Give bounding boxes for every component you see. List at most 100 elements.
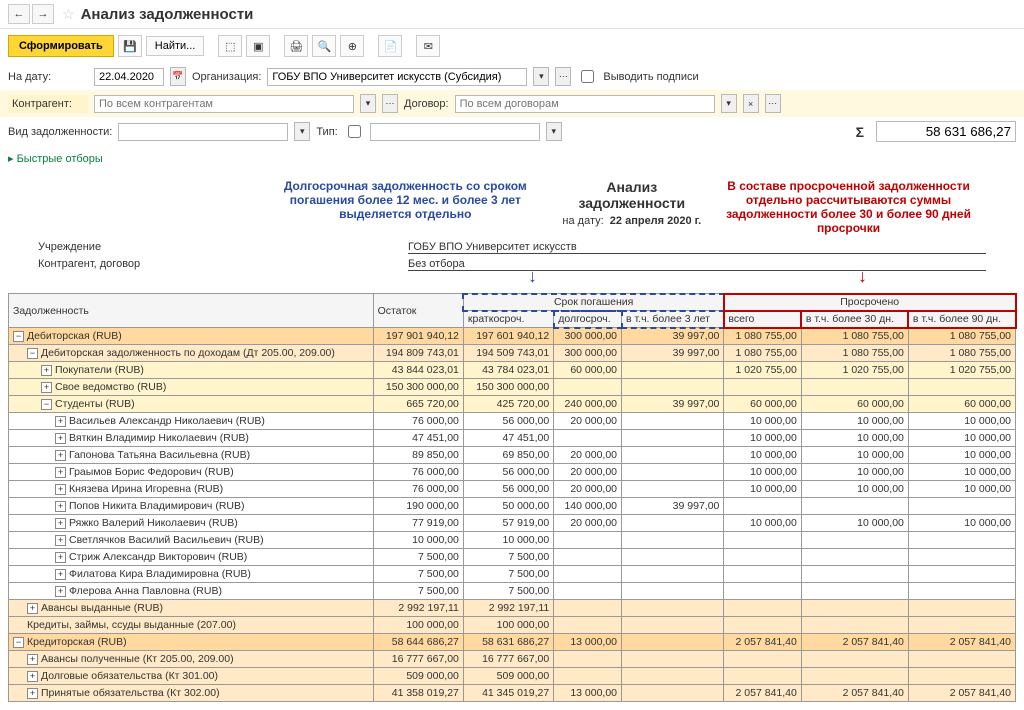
- debt-type-input[interactable]: [118, 123, 288, 141]
- cell-value: 509 000,00: [463, 668, 553, 685]
- date-input[interactable]: [94, 68, 164, 86]
- form-button[interactable]: Сформировать: [8, 35, 114, 57]
- expander-icon[interactable]: +: [55, 569, 66, 580]
- cell-value: [622, 685, 724, 702]
- find-button[interactable]: Найти...: [146, 36, 205, 56]
- expander-icon[interactable]: +: [55, 416, 66, 427]
- expander-icon[interactable]: +: [55, 467, 66, 478]
- expander-icon[interactable]: +: [55, 535, 66, 546]
- org-select-icon[interactable]: ⋯: [555, 67, 571, 86]
- table-row[interactable]: +Попов Никита Владимирович (RUB)190 000,…: [9, 498, 1016, 515]
- table-row[interactable]: +Гапонова Татьяна Васильевна (RUB)89 850…: [9, 447, 1016, 464]
- type-dropdown-icon[interactable]: ▾: [546, 122, 562, 141]
- row-name: Дебиторская задолженность по доходам (Дт…: [41, 347, 335, 359]
- table-row[interactable]: +Князева Ирина Игоревна (RUB)76 000,0056…: [9, 481, 1016, 498]
- expander-icon[interactable]: −: [27, 348, 38, 359]
- cell-value: [801, 668, 908, 685]
- favorite-icon[interactable]: ☆: [62, 6, 75, 23]
- row-name: Ряжко Валерий Николаевич (RUB): [69, 517, 238, 529]
- cell-value: 10 000,00: [801, 481, 908, 498]
- cell-value: [622, 583, 724, 600]
- cell-value: 197 901 940,12: [373, 328, 463, 345]
- cell-value: 1 020 755,00: [908, 362, 1015, 379]
- page-setup-icon[interactable]: 📄: [378, 35, 402, 57]
- quick-filters-toggle[interactable]: Быстрые отборы: [0, 146, 1024, 171]
- expander-icon[interactable]: +: [41, 365, 52, 376]
- expander-icon[interactable]: +: [55, 501, 66, 512]
- cell-value: [622, 464, 724, 481]
- expander-icon[interactable]: +: [27, 671, 38, 682]
- sign-checkbox[interactable]: [581, 70, 594, 83]
- expander-icon[interactable]: −: [13, 331, 24, 342]
- table-row[interactable]: +Светлячков Василий Васильевич (RUB)10 0…: [9, 532, 1016, 549]
- table-row[interactable]: −Студенты (RUB)665 720,00425 720,00240 0…: [9, 396, 1016, 413]
- cell-value: [622, 379, 724, 396]
- table-row[interactable]: −Дебиторская (RUB)197 901 940,12197 601 …: [9, 328, 1016, 345]
- preview-icon[interactable]: 🔍: [312, 35, 336, 57]
- table-row[interactable]: +Флерова Анна Павловна (RUB)7 500,007 50…: [9, 583, 1016, 600]
- cell-value: 10 000,00: [801, 447, 908, 464]
- th-over-all: всего: [724, 311, 801, 328]
- table-row[interactable]: −Дебиторская задолженность по доходам (Д…: [9, 345, 1016, 362]
- date-picker-icon[interactable]: 📅: [170, 67, 186, 86]
- expander-icon[interactable]: +: [27, 688, 38, 699]
- row-name: Принятые обязательства (Кт 302.00): [41, 687, 220, 699]
- expander-icon[interactable]: +: [27, 654, 38, 665]
- expander-icon[interactable]: −: [13, 637, 24, 648]
- type-input[interactable]: [370, 123, 540, 141]
- expander-icon[interactable]: +: [55, 552, 66, 563]
- table-row[interactable]: +Авансы выданные (RUB)2 992 197,112 992 …: [9, 600, 1016, 617]
- table-row[interactable]: +Покупатели (RUB)43 844 023,0143 784 023…: [9, 362, 1016, 379]
- expander-icon[interactable]: +: [41, 382, 52, 393]
- expander-icon[interactable]: −: [41, 399, 52, 410]
- expander-icon[interactable]: +: [55, 586, 66, 597]
- org-dropdown-icon[interactable]: ▾: [533, 67, 549, 86]
- table-row[interactable]: −Кредиторская (RUB)58 644 686,2758 631 6…: [9, 634, 1016, 651]
- cell-value: 10 000,00: [908, 481, 1015, 498]
- forward-button[interactable]: →: [32, 4, 54, 24]
- cell-value: [724, 532, 801, 549]
- cell-value: 1 080 755,00: [724, 328, 801, 345]
- cell-value: 58 644 686,27: [373, 634, 463, 651]
- zoom-icon[interactable]: ⊕: [340, 35, 364, 57]
- contract-input[interactable]: [455, 95, 715, 113]
- counterparty-select-icon[interactable]: ⋯: [382, 94, 398, 113]
- org-input[interactable]: [267, 68, 527, 86]
- back-button[interactable]: ←: [8, 4, 30, 24]
- table-row[interactable]: Кредиты, займы, ссуды выданные (207.00)1…: [9, 617, 1016, 634]
- save-settings-icon[interactable]: 💾: [118, 35, 142, 57]
- cp-value: Без отбора: [408, 258, 986, 271]
- table-row[interactable]: +Принятые обязательства (Кт 302.00)41 35…: [9, 685, 1016, 702]
- table-row[interactable]: +Вяткин Владимир Николаевич (RUB)47 451,…: [9, 430, 1016, 447]
- expander-icon[interactable]: +: [55, 518, 66, 529]
- cell-value: 56 000,00: [463, 464, 553, 481]
- print-icon[interactable]: 🖨: [284, 35, 308, 57]
- table-row[interactable]: +Васильев Александр Николаевич (RUB)76 0…: [9, 413, 1016, 430]
- cell-value: [622, 668, 724, 685]
- table-row[interactable]: +Долговые обязательства (Кт 301.00)509 0…: [9, 668, 1016, 685]
- cell-value: 7 500,00: [463, 583, 553, 600]
- table-row[interactable]: +Свое ведомство (RUB)150 300 000,00150 3…: [9, 379, 1016, 396]
- expander-icon[interactable]: +: [55, 450, 66, 461]
- cell-value: 2 057 841,40: [801, 634, 908, 651]
- collapse-icon[interactable]: ▣: [246, 35, 270, 57]
- type-checkbox[interactable]: [348, 125, 361, 138]
- expander-icon[interactable]: +: [55, 433, 66, 444]
- expander-icon[interactable]: +: [55, 484, 66, 495]
- counterparty-dropdown-icon[interactable]: ▾: [360, 94, 376, 113]
- cell-value: 140 000,00: [554, 498, 622, 515]
- expand-icon[interactable]: ⬚: [218, 35, 242, 57]
- table-row[interactable]: +Ряжко Валерий Николаевич (RUB)77 919,00…: [9, 515, 1016, 532]
- contract-dropdown-icon[interactable]: ▾: [721, 94, 737, 113]
- table-row[interactable]: +Стриж Александр Викторович (RUB)7 500,0…: [9, 549, 1016, 566]
- email-icon[interactable]: ✉: [416, 35, 440, 57]
- cell-value: 10 000,00: [801, 413, 908, 430]
- contract-select-icon[interactable]: ⋯: [765, 94, 781, 113]
- table-row[interactable]: +Граымов Борис Федорович (RUB)76 000,005…: [9, 464, 1016, 481]
- contract-clear-icon[interactable]: ×: [743, 94, 759, 113]
- expander-icon[interactable]: +: [27, 603, 38, 614]
- counterparty-input[interactable]: [94, 95, 354, 113]
- table-row[interactable]: +Филатова Кира Владимировна (RUB)7 500,0…: [9, 566, 1016, 583]
- table-row[interactable]: +Авансы полученные (Кт 205.00, 209.00)16…: [9, 651, 1016, 668]
- debt-type-dropdown-icon[interactable]: ▾: [294, 122, 310, 141]
